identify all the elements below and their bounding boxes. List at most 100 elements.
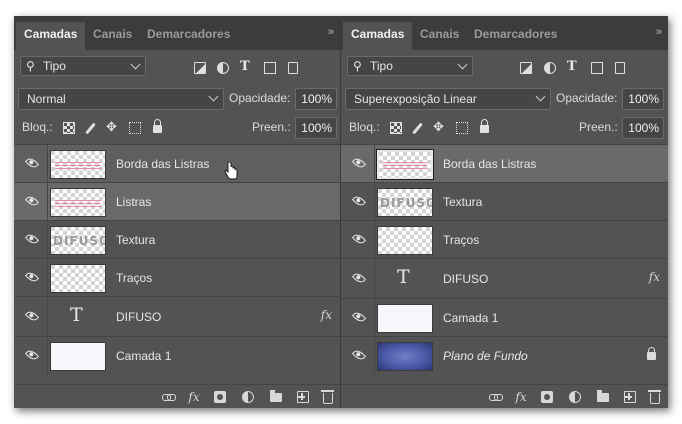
eye-icon[interactable] [24, 231, 40, 247]
eye-icon[interactable] [24, 193, 40, 209]
filter-shape-icon[interactable] [264, 62, 276, 74]
eye-icon[interactable] [24, 347, 40, 363]
layer-actions-bar: fx [14, 384, 340, 408]
filter-adjustment-icon[interactable] [544, 62, 556, 74]
layer-row[interactable]: DIFUSO Textura [14, 220, 340, 258]
layer-name: Plano de Fundo [443, 349, 528, 363]
new-group-icon[interactable] [270, 390, 282, 402]
blend-mode-select[interactable]: Normal [18, 88, 224, 110]
chevron-down-icon [130, 59, 141, 70]
new-layer-icon[interactable] [297, 391, 309, 403]
layer-row[interactable]: Plano de Fundo [341, 336, 668, 374]
layer-row[interactable]: Listras [14, 182, 340, 220]
lock-all-icon[interactable] [153, 119, 162, 133]
opacity-field[interactable]: 100% [295, 88, 337, 110]
fill-label: Preen.: [252, 120, 291, 134]
layer-name: Textura [443, 195, 483, 209]
thumbnail-text: DIFUSO [53, 234, 106, 248]
tab-canais[interactable]: Canais [412, 22, 467, 50]
layer-row[interactable]: Borda das Listras [341, 144, 668, 182]
eye-icon[interactable] [351, 270, 367, 286]
adjustment-layer-icon[interactable] [242, 391, 254, 403]
layer-name: Textura [116, 233, 156, 247]
new-group-icon[interactable] [597, 390, 609, 402]
filter-kind-select[interactable]: ⚲ Tipo [347, 56, 473, 76]
lock-transparency-icon[interactable] [63, 122, 75, 134]
layer-effects-icon[interactable]: fx [649, 270, 660, 284]
filter-type-icon[interactable]: T [567, 59, 579, 74]
blend-mode-select[interactable]: Superexposição Linear [345, 88, 551, 110]
lock-transparency-icon[interactable] [390, 122, 402, 134]
delete-layer-icon[interactable] [648, 390, 661, 404]
layers-panel-right: Camadas Canais Demarcadores » ⚲ Tipo T S… [341, 16, 668, 408]
lock-row: Bloq.: ✥ Preen.: 100% [341, 117, 668, 139]
panel-collapse-icon[interactable]: » [656, 26, 662, 38]
lock-position-icon[interactable]: ✥ [433, 119, 444, 135]
lock-icon [647, 347, 656, 360]
add-mask-icon[interactable] [541, 391, 553, 403]
add-style-icon[interactable]: fx [515, 391, 527, 403]
filter-kind-select[interactable]: ⚲ Tipo [20, 56, 146, 76]
eye-separator [47, 337, 48, 374]
eye-icon[interactable] [351, 309, 367, 325]
layer-row[interactable]: T DIFUSO fx [341, 258, 668, 298]
eye-icon[interactable] [24, 269, 40, 285]
panel-collapse-icon[interactable]: » [328, 26, 334, 38]
layer-row[interactable]: Traços [341, 220, 668, 258]
filter-pixel-icon[interactable] [520, 62, 532, 74]
eye-icon[interactable] [24, 308, 40, 324]
layer-thumbnail [50, 150, 106, 179]
layer-effects-icon[interactable]: fx [321, 308, 332, 322]
eye-icon[interactable] [351, 231, 367, 247]
eye-separator [374, 183, 375, 220]
layer-row[interactable]: Camada 1 [14, 336, 340, 374]
fill-field[interactable]: 100% [622, 117, 664, 139]
eye-separator [374, 145, 375, 182]
layer-name: Borda das Listras [443, 157, 537, 171]
filter-adjustment-icon[interactable] [217, 62, 229, 74]
lock-pixels-icon[interactable] [85, 122, 96, 135]
lock-pixels-icon[interactable] [412, 122, 423, 135]
filter-type-icon[interactable]: T [240, 59, 252, 74]
link-layers-icon[interactable] [489, 391, 503, 403]
delete-layer-icon[interactable] [321, 390, 334, 404]
eye-separator [374, 337, 375, 374]
filter-shape-icon[interactable] [591, 62, 603, 74]
eye-separator [374, 221, 375, 258]
layer-row[interactable]: Traços [14, 258, 340, 296]
text-layer-icon: T [70, 304, 83, 326]
add-mask-icon[interactable] [214, 391, 226, 403]
tab-demarcadores[interactable]: Demarcadores [466, 22, 565, 50]
eye-icon[interactable] [24, 155, 40, 171]
tab-camadas[interactable]: Camadas [343, 22, 413, 50]
adjustment-layer-icon[interactable] [569, 391, 581, 403]
lock-label: Bloq.: [22, 120, 53, 134]
tab-canais[interactable]: Canais [85, 22, 140, 50]
layer-row[interactable]: Camada 1 [341, 298, 668, 336]
tab-camadas[interactable]: Camadas [16, 22, 86, 50]
lock-artboard-icon[interactable] [456, 122, 468, 134]
layer-thumbnail [377, 150, 433, 179]
layer-name: Borda das Listras [116, 157, 210, 171]
lock-position-icon[interactable]: ✥ [106, 119, 117, 135]
layer-row[interactable]: T DIFUSO fx [14, 296, 340, 336]
eye-icon[interactable] [351, 193, 367, 209]
layer-row[interactable]: Borda das Listras [14, 144, 340, 182]
panel-tabbar: Camadas Canais Demarcadores » [14, 16, 340, 50]
add-style-icon[interactable]: fx [188, 391, 200, 403]
layer-thumbnail: DIFUSO [50, 226, 106, 255]
filter-smart-object-icon[interactable] [288, 62, 298, 74]
layer-row[interactable]: DIFUSO Textura [341, 182, 668, 220]
lock-all-icon[interactable] [480, 119, 489, 133]
lock-artboard-icon[interactable] [129, 122, 141, 134]
tab-demarcadores[interactable]: Demarcadores [139, 22, 238, 50]
new-layer-icon[interactable] [624, 391, 636, 403]
lock-row: Bloq.: ✥ Preen.: 100% [14, 117, 340, 139]
filter-smart-object-icon[interactable] [615, 62, 625, 74]
link-layers-icon[interactable] [162, 391, 176, 403]
eye-icon[interactable] [351, 347, 367, 363]
fill-field[interactable]: 100% [295, 117, 337, 139]
opacity-field[interactable]: 100% [622, 88, 664, 110]
filter-pixel-icon[interactable] [194, 62, 206, 74]
eye-icon[interactable] [351, 155, 367, 171]
